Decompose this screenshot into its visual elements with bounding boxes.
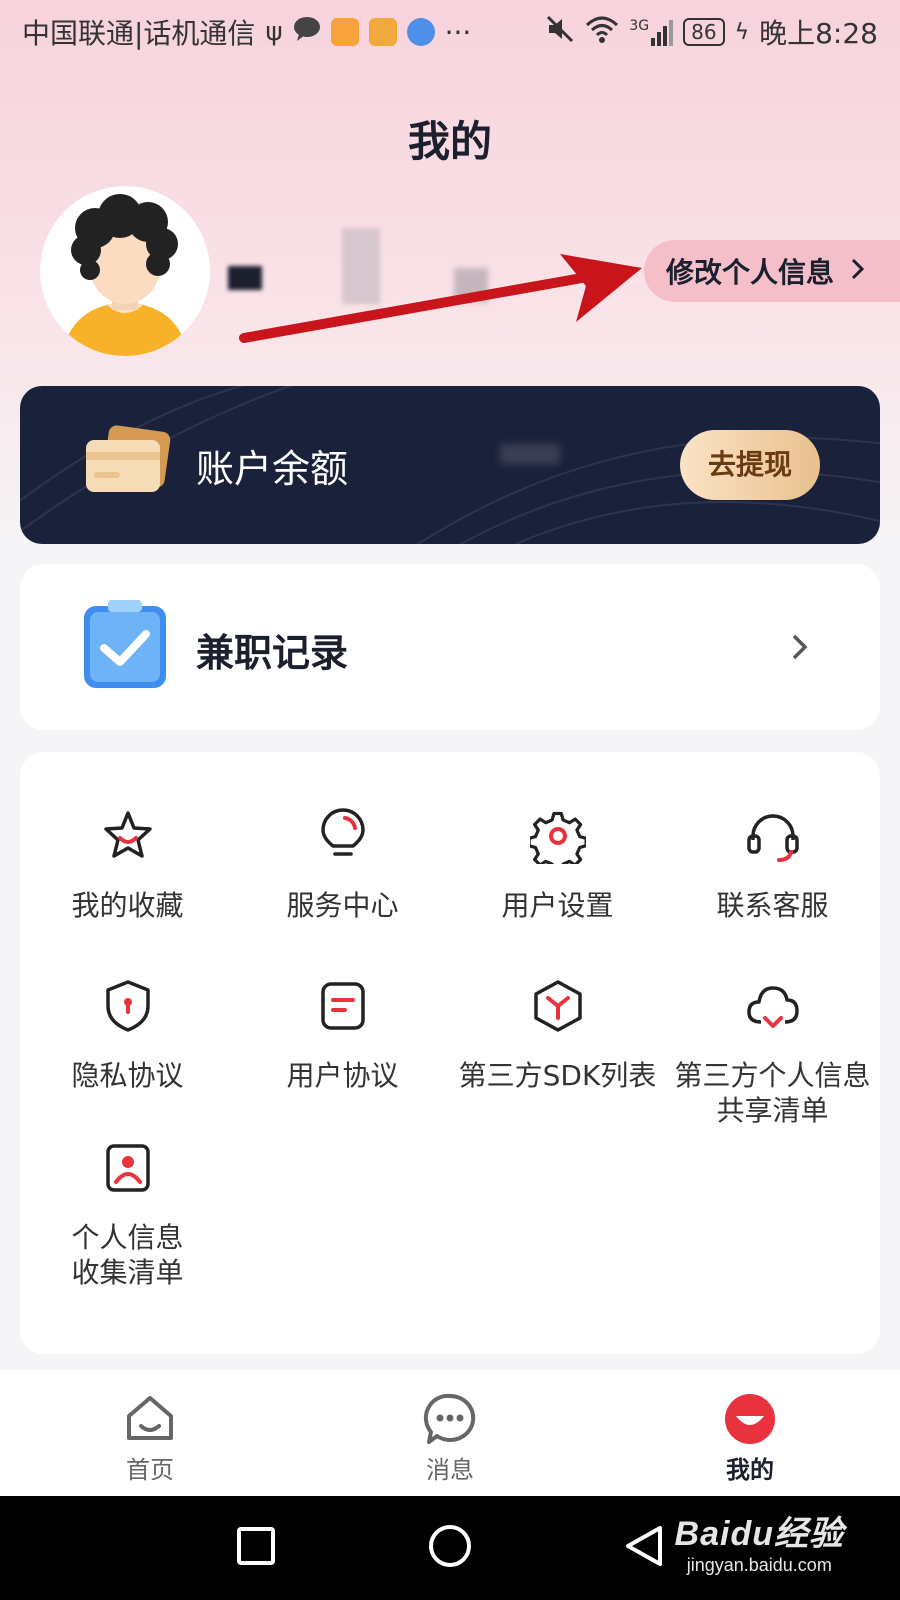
network-type: 3G	[629, 18, 650, 34]
avatar[interactable]	[40, 186, 210, 356]
page-title: 我的	[407, 117, 492, 166]
status-right: 3G 86 ϟ 晚上8:28	[545, 12, 878, 52]
balance-amount-redacted	[500, 444, 560, 464]
box-app-icon	[368, 18, 397, 46]
headset-icon	[746, 814, 799, 862]
menu-item-service-center[interactable]: 服务中心	[235, 808, 450, 923]
more-notifications: ···	[444, 15, 472, 49]
chevron-right-icon	[850, 255, 866, 288]
watermark-url: jingyan.baidu.com	[686, 1555, 832, 1575]
menu-item-third-party-sdk[interactable]: 第三方SDK列表	[442, 978, 673, 1093]
tab-label: 消息	[426, 1456, 474, 1484]
cloud-icon	[746, 986, 799, 1028]
tab-home[interactable]: 首页	[0, 1370, 300, 1496]
menu-item-contact-support[interactable]: 联系客服	[665, 808, 880, 923]
message-icon	[423, 1393, 476, 1444]
charging-icon: ϟ	[734, 19, 750, 45]
menu-item-label-line1: 个人信息	[71, 1221, 184, 1254]
edit-profile-label: 修改个人信息	[666, 256, 835, 289]
menu-item-user-agreement[interactable]: 用户协议	[235, 978, 450, 1093]
parttime-record-card[interactable]: 兼职记录	[20, 564, 880, 730]
baidu-jingyan-watermark: Baidu经验 jingyan.baidu.com	[675, 1506, 844, 1576]
gear-icon	[529, 811, 586, 864]
menu-item-user-settings[interactable]: 用户设置	[450, 808, 665, 923]
clock-text: 晚上8:28	[759, 17, 878, 50]
home-circle-icon[interactable]	[428, 1524, 472, 1572]
watermark-logo: Baidu经验	[674, 1515, 844, 1553]
menu-item-privacy-policy[interactable]: 隐私协议	[20, 978, 235, 1093]
cube-icon	[533, 980, 582, 1032]
tab-me[interactable]: 我的	[600, 1370, 900, 1496]
me-icon	[725, 1394, 775, 1444]
avatar-illustration-icon	[62, 194, 188, 356]
bottom-tab-bar: 首页 消息 我的	[0, 1370, 900, 1496]
menu-item-label-line2: 共享清单	[716, 1094, 829, 1127]
withdraw-button[interactable]: 去提现	[680, 430, 820, 500]
menu-item-label-line2: 收集清单	[71, 1256, 184, 1289]
balance-card[interactable]: 账户余额 去提现	[20, 386, 880, 544]
recents-square-icon[interactable]	[236, 1526, 276, 1570]
document-icon	[320, 982, 365, 1030]
menu-item-label: 用户设置	[501, 889, 614, 922]
chevron-right-icon	[790, 632, 810, 666]
wallet-card-icon	[84, 424, 172, 500]
username-redacted	[228, 228, 508, 304]
menu-item-label: 用户协议	[286, 1059, 399, 1092]
tab-label: 首页	[126, 1456, 174, 1484]
menu-item-label: 联系客服	[716, 889, 829, 922]
signal-icon: 3G	[629, 18, 674, 46]
parttime-record-label: 兼职记录	[196, 631, 349, 675]
wifi-icon	[585, 15, 619, 50]
tab-label: 我的	[726, 1456, 774, 1484]
menu-grid: 我的收藏 服务中心 用户设置 联系客服 隐私协议 用户协议 第三方SDK列表 第…	[20, 752, 880, 1354]
menu-item-label: 第三方SDK列表	[458, 1059, 657, 1092]
home-icon	[127, 1396, 173, 1440]
chat-bubble-icon	[293, 16, 321, 49]
menu-item-third-party-sharing[interactable]: 第三方个人信息 共享清单	[665, 978, 880, 1128]
carrier-text: 中国联通|话机通信	[22, 17, 256, 50]
edit-profile-button[interactable]: 修改个人信息	[644, 240, 900, 302]
status-bar: 中国联通|话机通信 ψ ··· 3G 86 ϟ 晚上8:28	[0, 0, 900, 64]
lightbulb-icon	[320, 808, 365, 856]
mute-icon	[545, 14, 575, 51]
menu-item-label: 我的收藏	[71, 889, 184, 922]
browser-app-icon	[406, 18, 435, 46]
status-left: 中国联通|话机通信 ψ ···	[22, 12, 471, 52]
video-app-icon	[330, 18, 359, 46]
balance-label: 账户余额	[196, 447, 349, 491]
tab-messages[interactable]: 消息	[300, 1370, 600, 1496]
usb-icon: ψ	[265, 17, 283, 47]
shield-icon	[105, 980, 150, 1032]
star-icon	[103, 811, 152, 858]
checklist-icon	[82, 600, 168, 694]
person-card-icon	[105, 1144, 150, 1192]
battery-indicator: 86	[683, 18, 725, 46]
menu-item-label: 隐私协议	[71, 1059, 184, 1092]
menu-item-favorites[interactable]: 我的收藏	[20, 808, 235, 923]
menu-item-label-line1: 第三方个人信息	[674, 1059, 871, 1092]
menu-item-label: 服务中心	[286, 889, 399, 922]
menu-item-personal-info-collection[interactable]: 个人信息 收集清单	[20, 1140, 235, 1290]
back-triangle-icon[interactable]	[624, 1524, 664, 1572]
